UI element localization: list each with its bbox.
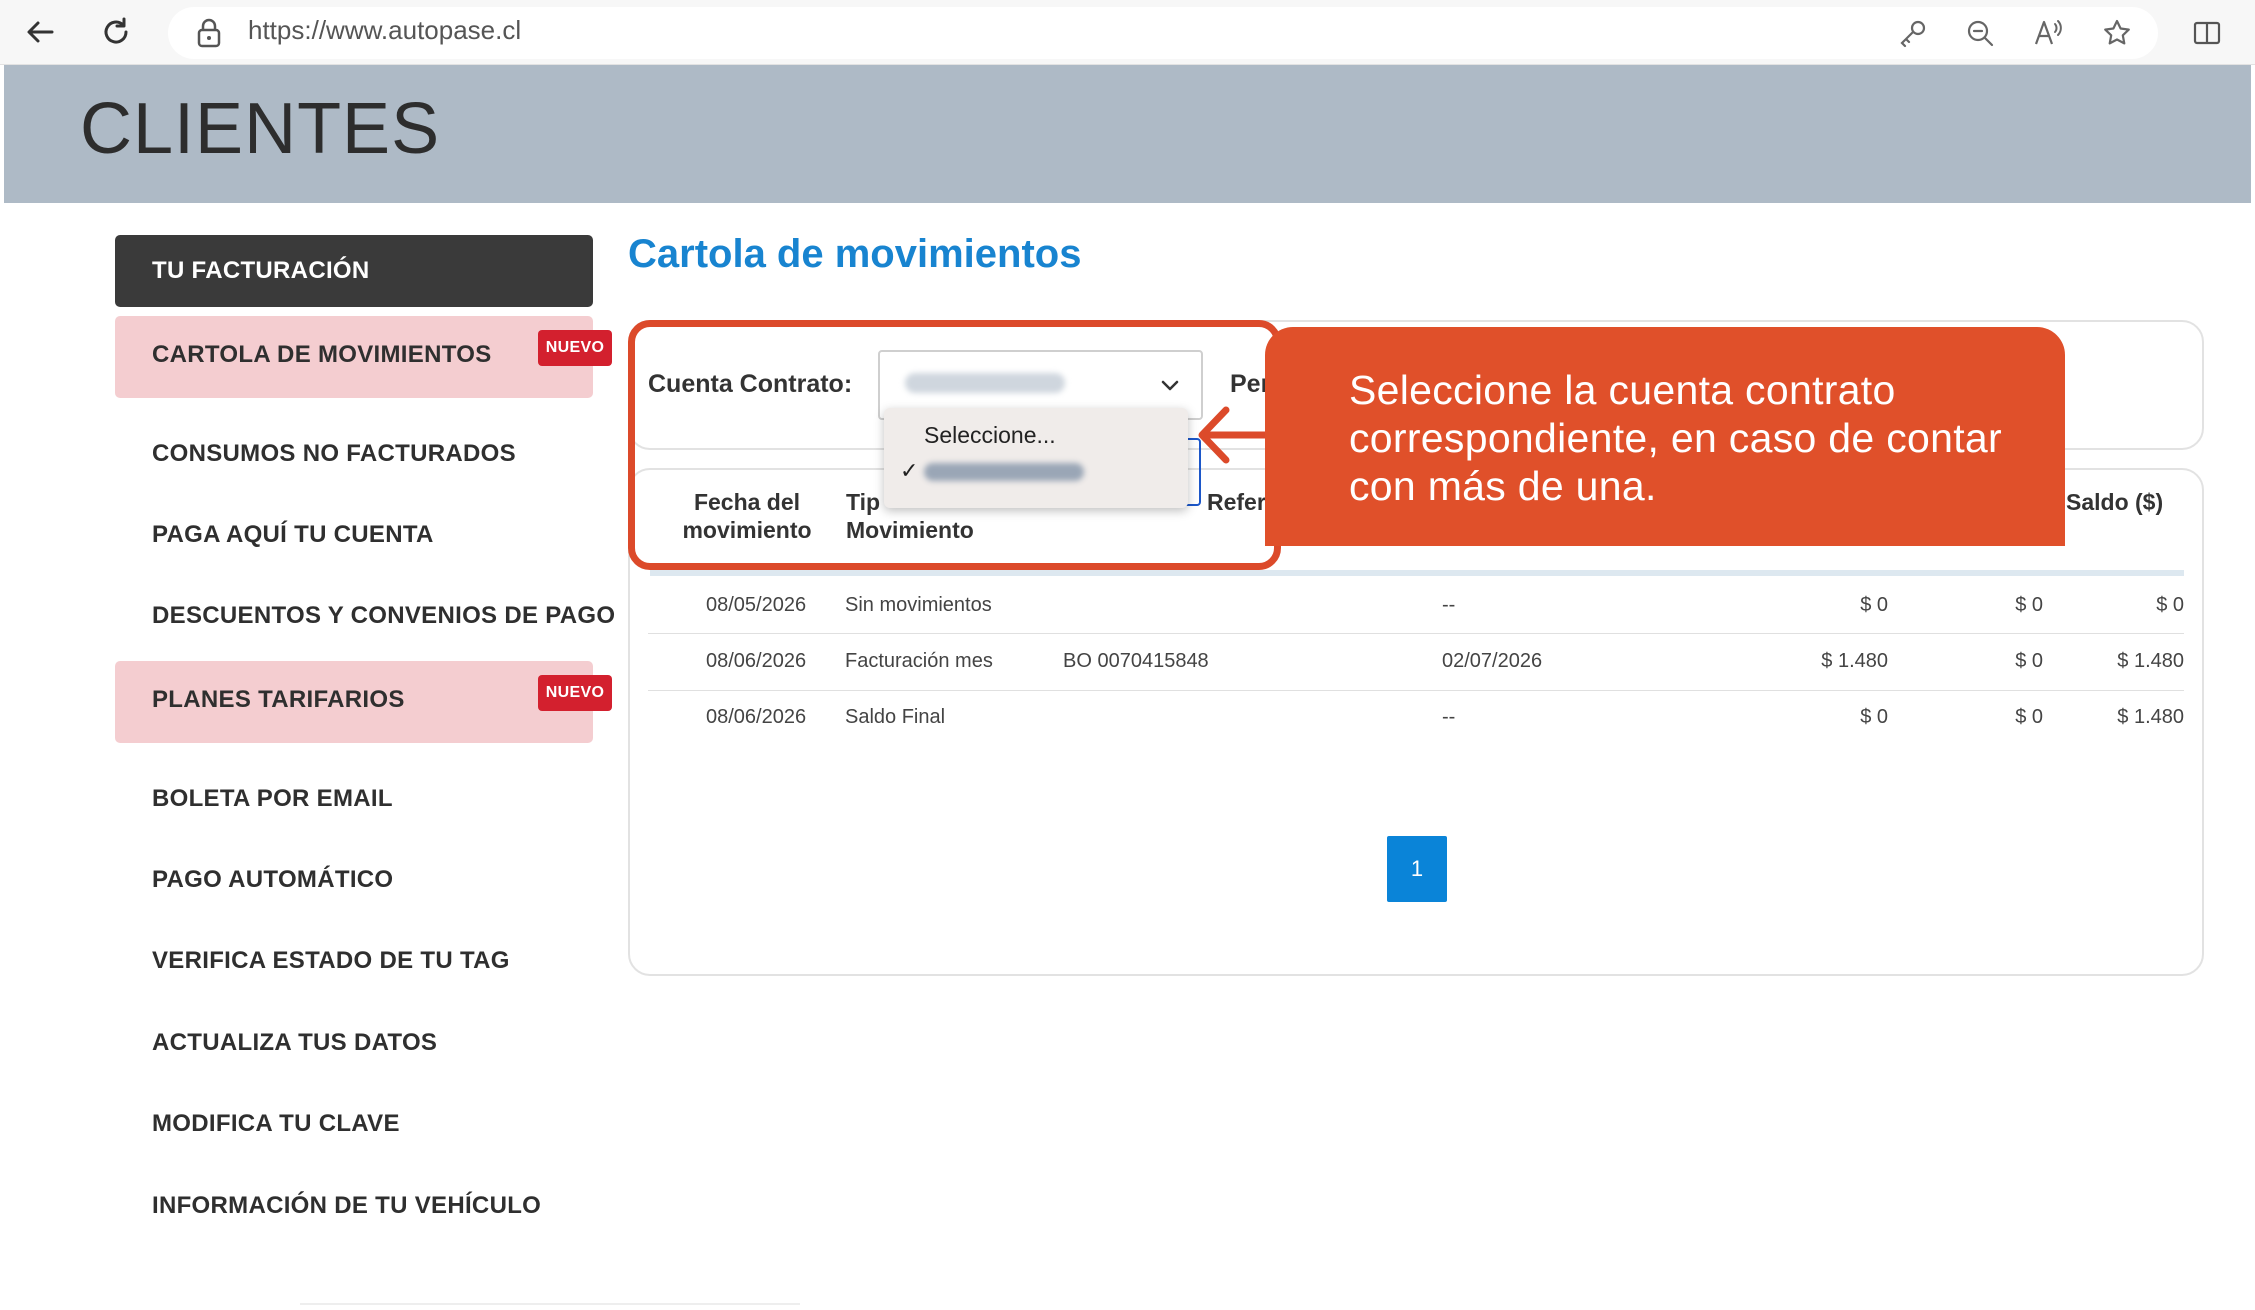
cell-fecha: 08/05/2026 [706, 594, 807, 616]
cell-cargo: $ 0 [1860, 706, 1888, 728]
cell-abono: $ 0 [2015, 650, 2043, 672]
row-divider [648, 633, 2184, 634]
sidebar-item-label: PAGO AUTOMÁTICO [152, 866, 394, 893]
page-title: CLIENTES [80, 89, 441, 169]
cell-tipo: Saldo Final [845, 706, 946, 728]
sidebar-item-label: PLANES TARIFARIOS [152, 686, 405, 713]
sidebar-item-tu-facturacion[interactable]: TU FACTURACIÓN [115, 235, 593, 307]
cell-tipo: Sin movimientos [845, 594, 992, 616]
row-divider [648, 690, 2184, 691]
highlight-frame [628, 320, 1281, 570]
cell-cargo: $ 1.480 [1821, 650, 1888, 672]
new-badge: NUEVO [538, 330, 612, 366]
cell-saldo: $ 1.480 [2117, 706, 2184, 728]
cell-tipo: Facturación mes [845, 650, 993, 672]
header-saldo: Saldo ($) [2066, 489, 2164, 515]
cell-abono: $ 0 [2015, 706, 2043, 728]
cell-cargo: $ 0 [1860, 594, 1888, 616]
cell-vencimiento: -- [1442, 594, 1456, 616]
cell-saldo: $ 1.480 [2117, 650, 2184, 672]
cell-referencia[interactable]: BO 0070415848 [1063, 650, 1209, 673]
zoom-out-icon[interactable] [1963, 16, 1997, 50]
back-arrow-icon[interactable] [20, 12, 60, 52]
read-aloud-icon[interactable] [2032, 16, 2066, 50]
cell-fecha: 08/06/2026 [706, 650, 807, 672]
favorite-star-icon[interactable] [2100, 16, 2134, 50]
sidebar-item-label: ACTUALIZA TUS DATOS [152, 1029, 438, 1056]
cell-fecha: 08/06/2026 [706, 706, 807, 728]
section-title: Cartola de movimientos [628, 232, 1082, 276]
cell-vencimiento: 02/07/2026 [1442, 650, 1543, 672]
footer-divider [300, 1303, 800, 1305]
sidebar-item-label: TU FACTURACIÓN [152, 257, 370, 284]
split-screen-icon[interactable] [2190, 16, 2224, 50]
key-icon[interactable] [1896, 16, 1930, 50]
sidebar-item-label: INFORMACIÓN DE TU VEHÍCULO [152, 1192, 542, 1219]
table-header-divider [650, 570, 2184, 576]
sidebar-item-label: MODIFICA TU CLAVE [152, 1110, 400, 1137]
sidebar-item-label: VERIFICA ESTADO DE TU TAG [152, 947, 510, 974]
sidebar-item-cartola[interactable]: CARTOLA DE MOVIMIENTOS NUEVO [115, 316, 612, 398]
reload-icon[interactable] [96, 12, 136, 52]
pagination-page-button[interactable]: 1 [1387, 836, 1447, 902]
sidebar-item-label: CARTOLA DE MOVIMIENTOS [152, 341, 492, 368]
cell-vencimiento: -- [1442, 706, 1456, 728]
sidebar-item-label: DESCUENTOS Y CONVENIOS DE PAGO [152, 602, 616, 629]
callout-text: Seleccione la cuenta contrato correspond… [1349, 367, 2002, 509]
sidebar-item-label: CONSUMOS NO FACTURADOS [152, 440, 516, 467]
lock-icon[interactable] [196, 18, 222, 48]
cell-abono: $ 0 [2015, 594, 2043, 616]
url-text[interactable]: https://www.autopase.cl [248, 15, 521, 46]
sidebar-item-label: PAGA AQUÍ TU CUENTA [152, 521, 434, 548]
cell-saldo: $ 0 [2156, 594, 2184, 616]
sidebar-item-label: BOLETA POR EMAIL [152, 785, 393, 812]
sidebar-item-planes[interactable]: PLANES TARIFARIOS NUEVO [115, 661, 612, 743]
callout-arrow-icon [1198, 406, 1276, 464]
new-badge: NUEVO [538, 675, 612, 711]
